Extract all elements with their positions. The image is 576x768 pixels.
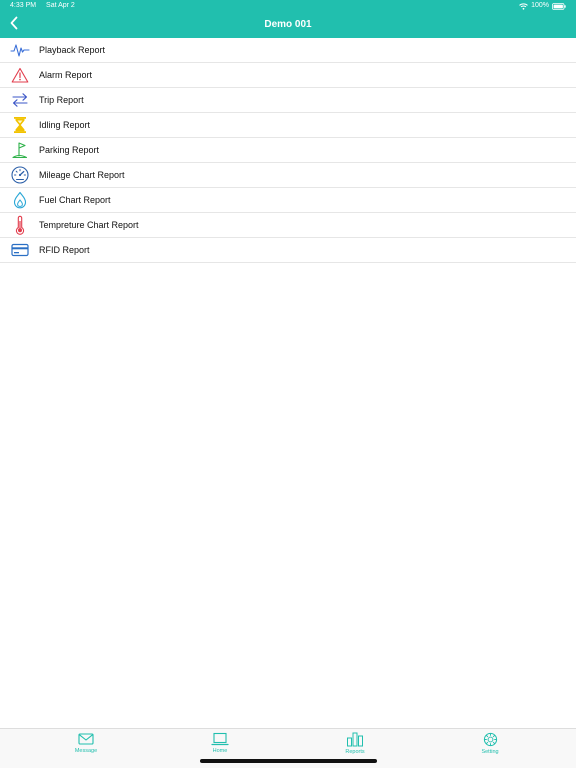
bar-chart-icon [346,732,364,747]
report-label: Trip Report [39,95,84,105]
report-label: Playback Report [39,45,106,55]
report-label: Alarm Report [39,70,93,80]
card-icon [9,239,31,261]
status-right: 100% [519,0,566,12]
report-item-playback[interactable]: Playback Report [0,38,576,63]
tab-label: Home [212,748,228,754]
speedometer-icon [9,164,31,186]
tab-message[interactable]: Message [56,732,116,758]
tab-label: Reports [345,749,365,755]
tab-setting[interactable]: Setting [460,732,520,758]
report-label: Mileage Chart Report [39,170,125,180]
app-header: 4:33 PM Sat Apr 2 100% Demo 001 [0,0,576,38]
tab-home[interactable]: Home [190,732,250,758]
status-left: 4:33 PM Sat Apr 2 [10,0,75,12]
report-label: Fuel Chart Report [39,195,111,205]
report-item-parking[interactable]: Parking Report [0,138,576,163]
warning-icon [9,64,31,86]
report-item-idling[interactable]: Idling Report [0,113,576,138]
status-time: 4:33 PM [10,2,37,9]
report-label: Idling Report [39,120,91,130]
hourglass-icon [9,114,31,136]
pulse-icon [9,39,31,61]
report-item-alarm[interactable]: Alarm Report [0,63,576,88]
tab-label: Message [74,748,98,754]
battery-icon [552,2,566,10]
envelope-icon [78,732,94,746]
tab-label: Setting [481,749,499,755]
battery-percent: 100% [531,2,549,9]
report-item-mileage[interactable]: Mileage Chart Report [0,163,576,188]
report-item-fuel[interactable]: Fuel Chart Report [0,188,576,213]
report-label: RFID Report [39,245,90,255]
nav-bar: Demo 001 [0,12,576,38]
report-list: Playback Report Alarm Report Trip Report [0,38,576,263]
gear-icon [483,732,498,747]
swap-arrows-icon [9,89,31,111]
home-indicator [200,759,377,763]
status-bar: 4:33 PM Sat Apr 2 100% [0,0,576,12]
tab-reports[interactable]: Reports [325,732,385,758]
flag-icon [9,139,31,161]
report-item-rfid[interactable]: RFID Report [0,238,576,263]
status-date: Sat Apr 2 [46,2,75,9]
flame-icon [9,189,31,211]
report-label: Parking Report [39,145,100,155]
report-label: Tempreture Chart Report [39,220,139,230]
laptop-icon [211,732,229,746]
report-item-trip[interactable]: Trip Report [0,88,576,113]
wifi-icon [519,2,528,10]
report-item-temperature[interactable]: Tempreture Chart Report [0,213,576,238]
page-title: Demo 001 [264,19,312,30]
thermometer-icon [9,214,31,236]
